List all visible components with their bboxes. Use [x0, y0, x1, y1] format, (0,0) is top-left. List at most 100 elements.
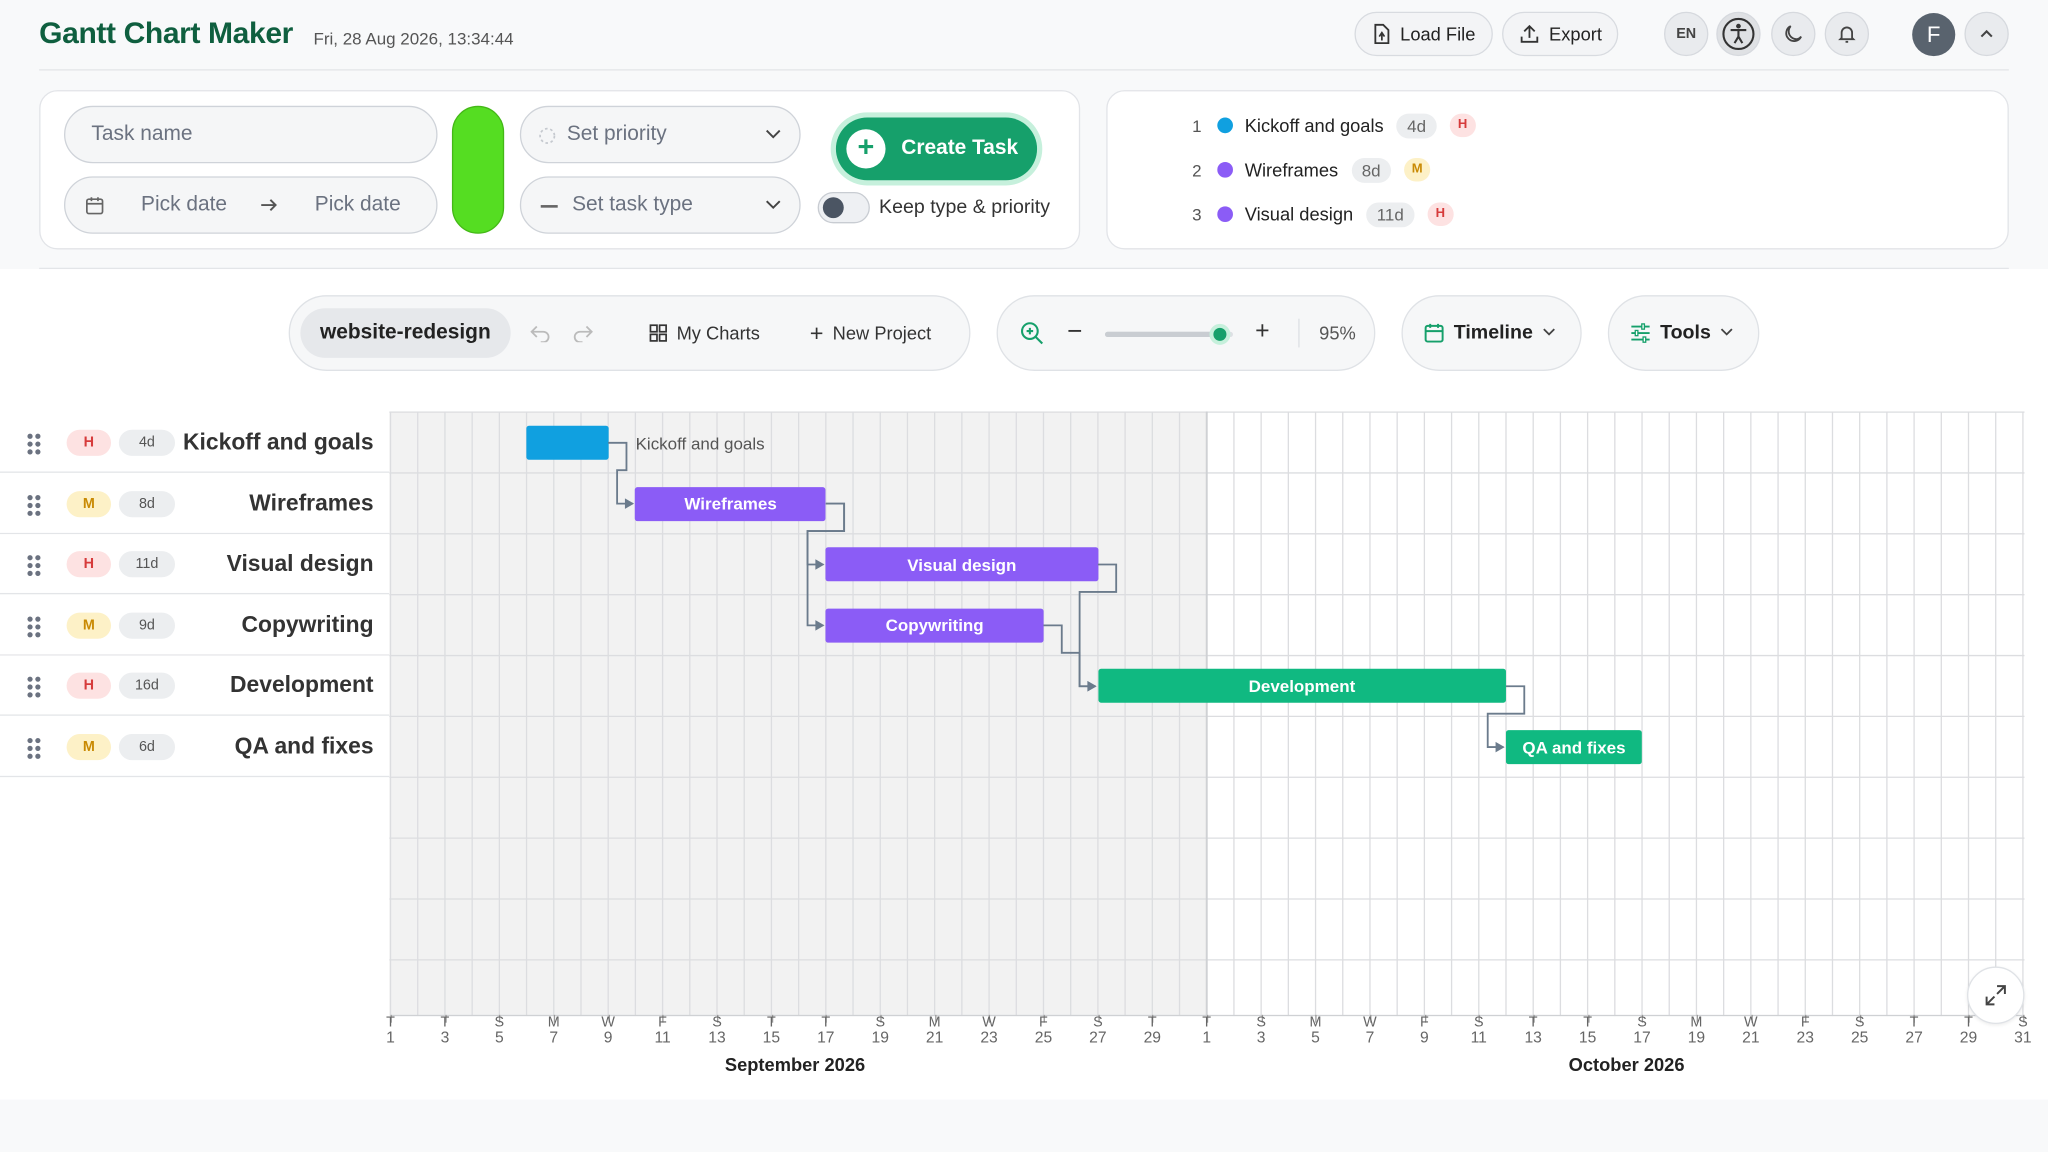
axis-day-number: 5 — [494, 1027, 504, 1047]
gantt-bar[interactable]: Copywriting — [825, 608, 1044, 643]
axis-day-number: 17 — [817, 1027, 835, 1047]
my-charts-button[interactable]: My Charts — [649, 323, 760, 344]
collapse-button[interactable] — [1964, 11, 2009, 57]
priority-select[interactable]: Set priority — [519, 105, 801, 164]
bell-icon — [1838, 26, 1856, 43]
create-task-button[interactable]: + Create Task — [835, 117, 1038, 181]
app-title: Gantt Chart Maker — [39, 15, 293, 50]
gantt-bar-label: Kickoff and goals — [635, 433, 765, 454]
file-icon — [1374, 23, 1390, 45]
arrow-right-icon — [261, 199, 277, 211]
undo-icon[interactable] — [530, 324, 551, 343]
chevron-up-icon — [1980, 29, 1993, 38]
project-name-chip[interactable]: website-redesign — [300, 308, 511, 358]
user-avatar[interactable]: F — [1912, 13, 1956, 57]
chevron-down-icon — [766, 129, 781, 139]
month-label: September 2026 — [724, 1054, 866, 1075]
task-list-item[interactable]: 1 Kickoff and goals 4d H — [1176, 110, 1476, 141]
drag-handle-icon[interactable] — [27, 677, 43, 698]
duration-badge: 6d — [118, 734, 176, 761]
task-name: Visual design — [226, 550, 374, 577]
task-row[interactable]: M 9d Copywriting — [0, 595, 390, 656]
view-select[interactable]: Timeline — [1401, 295, 1582, 371]
drag-handle-icon[interactable] — [27, 433, 43, 455]
keep-type-toggle[interactable] — [817, 191, 870, 224]
redo-icon[interactable] — [572, 324, 593, 343]
duration-badge: 16d — [118, 673, 176, 700]
zoom-in-icon[interactable] — [1020, 321, 1044, 345]
drag-handle-icon[interactable] — [27, 555, 43, 577]
task-row[interactable]: H 11d Visual design — [0, 534, 390, 595]
toggle-knob — [822, 197, 844, 219]
tools-label: Tools — [1660, 321, 1711, 344]
current-datetime: Fri, 28 Aug 2026, 13:34:44 — [313, 28, 514, 49]
zoom-in-button[interactable]: + — [1255, 317, 1270, 346]
fullscreen-button[interactable] — [1967, 966, 2025, 1024]
priority-badge: H — [66, 673, 112, 700]
axis-day-number: 19 — [1687, 1027, 1706, 1047]
gantt-bar[interactable]: Wireframes — [635, 486, 826, 521]
zoom-slider-handle[interactable] — [1209, 323, 1231, 345]
axis-day-number: 15 — [1578, 1027, 1597, 1047]
zoom-out-button[interactable]: − — [1067, 317, 1082, 347]
priority-badge: H — [66, 551, 112, 578]
zoom-level: 95% — [1319, 322, 1356, 344]
task-row[interactable]: H 4d Kickoff and goals — [0, 412, 390, 473]
new-project-label: New Project — [832, 322, 932, 344]
export-button[interactable]: Export — [1502, 11, 1619, 57]
task-list-index: 1 — [1192, 115, 1202, 136]
task-list-index: 2 — [1192, 159, 1202, 180]
axis-day-number: 3 — [1256, 1027, 1266, 1047]
dash-icon — [540, 205, 558, 208]
accessibility-icon — [1722, 17, 1755, 51]
new-project-button[interactable]: + New Project — [810, 321, 932, 345]
create-task-label: Create Task — [901, 137, 1019, 160]
task-list-duration: 4d — [1396, 112, 1437, 138]
task-name: Copywriting — [241, 610, 374, 638]
axis-day-number: 27 — [1089, 1027, 1107, 1047]
tools-menu[interactable]: Tools — [1607, 295, 1760, 371]
sliders-icon — [1631, 322, 1650, 343]
task-list-item[interactable]: 3 Visual design 11d H — [1176, 199, 1454, 230]
gantt-bar[interactable]: Development — [1097, 669, 1506, 704]
task-color-picker[interactable] — [451, 105, 505, 234]
language-button[interactable]: EN — [1663, 11, 1709, 57]
month-label: October 2026 — [1568, 1054, 1685, 1075]
project-toolbar: website-redesign My Charts + New Project — [288, 295, 971, 371]
start-date-placeholder[interactable]: Pick date — [141, 193, 227, 217]
axis-day-number: 1 — [386, 1027, 395, 1047]
axis-day-number: 13 — [1524, 1027, 1542, 1047]
drag-handle-icon[interactable] — [27, 737, 43, 759]
end-date-placeholder[interactable]: Pick date — [315, 193, 401, 217]
task-row[interactable]: M 8d Wireframes — [0, 473, 390, 534]
axis-day-number: 25 — [1034, 1027, 1053, 1047]
axis-day-number: 9 — [1419, 1027, 1429, 1047]
duration-badge: 8d — [118, 490, 176, 517]
notifications-button[interactable] — [1824, 11, 1870, 57]
load-file-button[interactable]: Load File — [1354, 11, 1493, 57]
axis-day-number: 19 — [871, 1027, 889, 1047]
task-type-select[interactable]: Set task type — [519, 176, 801, 234]
upload-icon — [1520, 24, 1539, 43]
task-row[interactable]: H 16d Development — [0, 656, 390, 717]
expand-icon — [1985, 985, 2006, 1006]
axis-day-number: 7 — [549, 1027, 559, 1047]
task-list-item[interactable]: 2 Wireframes 8d M — [1176, 154, 1431, 185]
date-range-input[interactable]: Pick date Pick date — [63, 176, 438, 234]
drag-handle-icon[interactable] — [27, 616, 43, 638]
duration-badge: 4d — [118, 429, 176, 456]
accessibility-button[interactable] — [1716, 11, 1761, 57]
zoom-slider[interactable] — [1104, 323, 1233, 345]
task-name-input[interactable]: Task name — [63, 105, 438, 164]
gantt-bar[interactable]: QA and fixes — [1505, 730, 1642, 765]
gantt-bar[interactable]: Visual design — [825, 547, 1098, 582]
dark-mode-button[interactable] — [1771, 11, 1816, 57]
task-row[interactable]: M 6d QA and fixes — [0, 717, 390, 778]
chevron-down-icon — [1542, 328, 1555, 336]
gantt-bar[interactable] — [526, 425, 609, 460]
axis-day-number: 25 — [1850, 1027, 1869, 1047]
drag-handle-icon[interactable] — [27, 494, 43, 516]
task-list-priority: M — [1404, 158, 1431, 182]
task-list-priority: H — [1449, 113, 1476, 138]
task-list-name: Visual design — [1244, 203, 1354, 225]
